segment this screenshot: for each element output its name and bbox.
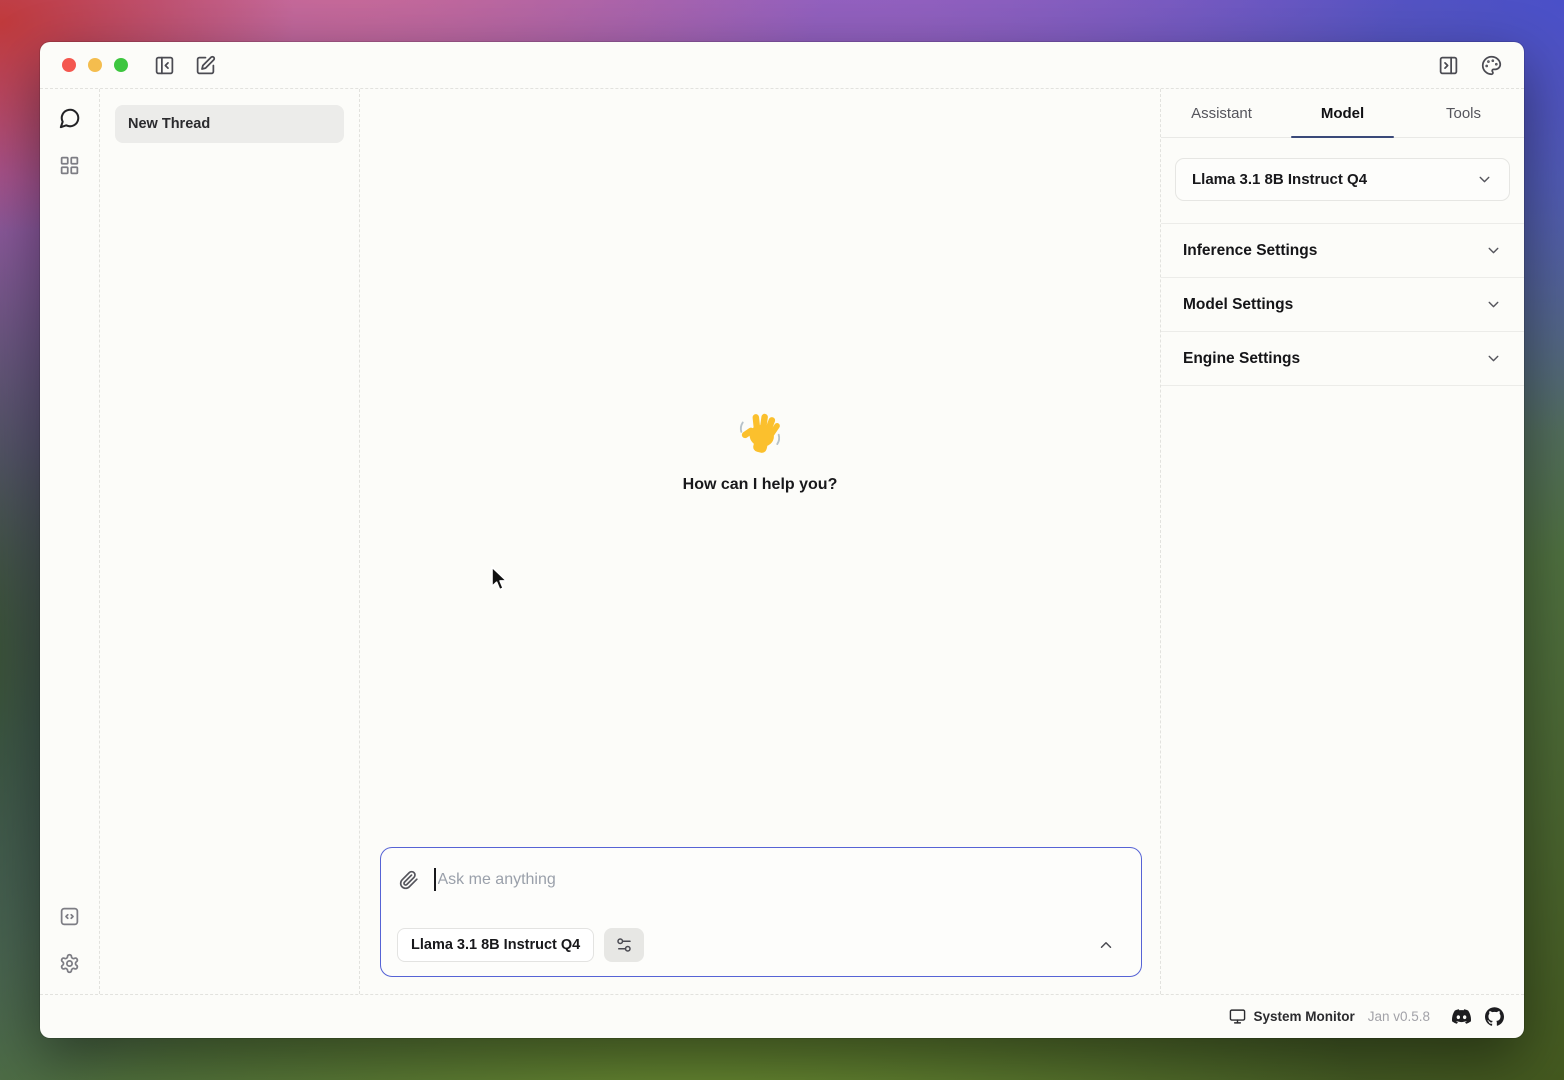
chevron-down-icon xyxy=(1485,296,1502,313)
chat-greeting: How can I help you? xyxy=(360,411,1160,494)
chevron-down-icon xyxy=(1485,242,1502,259)
thread-title: New Thread xyxy=(128,116,210,132)
desktop-wallpaper: New Thread xyxy=(0,0,1564,1080)
discord-icon[interactable] xyxy=(1452,1007,1471,1026)
model-selector-button[interactable]: Llama 3.1 8B Instruct Q4 xyxy=(397,928,594,962)
close-window-button[interactable] xyxy=(62,58,76,72)
settings-sections: Inference Settings Model Settings Engine… xyxy=(1161,223,1524,386)
settings-gear-icon[interactable] xyxy=(59,953,80,974)
chevron-down-icon xyxy=(1485,350,1502,367)
model-quick-settings-button[interactable] xyxy=(604,928,644,962)
attachment-paperclip-icon[interactable] xyxy=(399,870,419,890)
right-panel-tabs: Assistant Model Tools xyxy=(1161,89,1524,138)
thread-list: New Thread xyxy=(100,89,360,994)
text-caret xyxy=(434,868,436,891)
minimize-window-button[interactable] xyxy=(88,58,102,72)
greeting-text: How can I help you? xyxy=(360,476,1160,494)
chevron-down-icon xyxy=(1476,171,1493,188)
chat-main-area: How can I help you? Llama 3.1 8B Instruc… xyxy=(360,89,1160,994)
tab-model[interactable]: Model xyxy=(1282,89,1403,137)
chat-input-box[interactable]: Llama 3.1 8B Instruct Q4 xyxy=(380,847,1142,977)
monitor-icon xyxy=(1229,1008,1246,1025)
chat-threads-icon[interactable] xyxy=(59,107,81,129)
right-settings-panel: Assistant Model Tools Llama 3.1 8B Instr… xyxy=(1160,89,1524,994)
new-thread-compose-icon[interactable] xyxy=(195,55,216,76)
section-model-settings[interactable]: Model Settings xyxy=(1161,278,1524,332)
traffic-lights xyxy=(62,58,128,72)
model-dropdown-value: Llama 3.1 8B Instruct Q4 xyxy=(1192,171,1476,188)
status-bar: System Monitor Jan v0.5.8 xyxy=(40,994,1524,1038)
message-input[interactable] xyxy=(438,871,1124,889)
theme-palette-icon[interactable] xyxy=(1481,55,1502,76)
section-engine-settings[interactable]: Engine Settings xyxy=(1161,332,1524,386)
panel-right-toggle-icon[interactable] xyxy=(1438,55,1459,76)
titlebar xyxy=(40,42,1524,88)
sliders-icon xyxy=(615,936,633,954)
zoom-window-button[interactable] xyxy=(114,58,128,72)
tab-assistant[interactable]: Assistant xyxy=(1161,89,1282,137)
waving-hand-icon xyxy=(737,411,783,457)
model-dropdown[interactable]: Llama 3.1 8B Instruct Q4 xyxy=(1175,158,1510,201)
app-window: New Thread xyxy=(40,42,1524,1038)
window-content: New Thread xyxy=(40,88,1524,994)
hub-grid-icon[interactable] xyxy=(59,155,80,176)
thread-list-item[interactable]: New Thread xyxy=(115,105,344,143)
section-inference-settings[interactable]: Inference Settings xyxy=(1161,224,1524,278)
app-version-label: Jan v0.5.8 xyxy=(1368,1009,1430,1024)
left-icon-rail xyxy=(40,89,100,994)
local-api-server-icon[interactable] xyxy=(59,906,80,927)
system-monitor-button[interactable]: System Monitor xyxy=(1229,1008,1354,1025)
github-icon[interactable] xyxy=(1485,1007,1504,1026)
chevron-up-icon[interactable] xyxy=(1097,936,1115,954)
panel-left-collapse-icon[interactable] xyxy=(154,55,175,76)
tab-tools[interactable]: Tools xyxy=(1403,89,1524,137)
